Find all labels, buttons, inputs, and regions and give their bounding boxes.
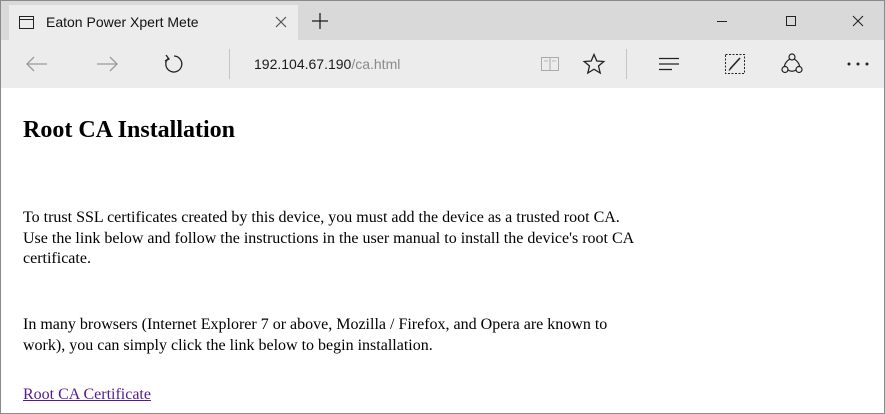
page-heading: Root CA Installation [23, 117, 236, 143]
root-ca-certificate-link[interactable]: Root CA Certificate [23, 386, 151, 404]
address-host: 192.104.67.190 [254, 56, 352, 72]
share-icon [781, 53, 803, 74]
browser-window: Eaton Power Xpert Mete 192.104.67.190/ca… [0, 0, 885, 414]
web-note-icon [725, 54, 745, 74]
hub-icon [659, 57, 679, 71]
more-icon [847, 62, 869, 66]
minimize-button[interactable] [699, 1, 745, 40]
close-icon [852, 15, 864, 26]
tab-close-icon[interactable] [274, 15, 288, 29]
toolbar-separator [626, 49, 627, 79]
address-separator [229, 49, 230, 79]
address-bar[interactable]: 192.104.67.190/ca.html [254, 40, 400, 88]
back-arrow-icon [26, 56, 47, 72]
support-line-1: In many browsers (Internet Explorer 7 or… [23, 316, 608, 333]
page-content: Root CA Installation To trust SSL certif… [1, 88, 884, 413]
star-icon [582, 52, 606, 75]
share-button[interactable] [779, 51, 805, 77]
more-button[interactable] [843, 52, 873, 76]
tab-bar: Eaton Power Xpert Mete [1, 1, 884, 40]
hub-button[interactable] [656, 52, 682, 76]
back-button[interactable] [23, 52, 51, 76]
intro-line-3: certificate. [23, 250, 91, 267]
intro-line-1: To trust SSL certificates created by thi… [23, 209, 620, 226]
minimize-icon [717, 20, 727, 22]
support-line-2: work), you can simply click the link bel… [23, 336, 433, 354]
browser-tab[interactable]: Eaton Power Xpert Mete [9, 5, 298, 40]
page-icon [19, 16, 34, 29]
refresh-button[interactable] [160, 52, 186, 76]
navigation-bar: 192.104.67.190/ca.html [1, 40, 884, 88]
forward-button[interactable] [93, 52, 121, 76]
browser-support-paragraph: In many browsers (Internet Explorer 7 or… [23, 315, 881, 356]
reading-view-button[interactable] [539, 53, 561, 75]
tab-title: Eaton Power Xpert Mete [46, 14, 199, 30]
close-window-button[interactable] [835, 1, 881, 40]
new-tab-plus-icon[interactable] [310, 11, 330, 31]
address-path: /ca.html [351, 56, 401, 72]
intro-paragraph: To trust SSL certificates created by thi… [23, 208, 881, 270]
intro-line-2: Use the link below and follow the instru… [23, 229, 635, 247]
forward-arrow-icon [97, 56, 118, 72]
maximize-icon [786, 15, 796, 26]
web-note-button[interactable] [722, 51, 748, 77]
refresh-icon [164, 54, 183, 73]
favorite-button[interactable] [581, 51, 607, 77]
maximize-button[interactable] [768, 1, 814, 40]
book-icon [541, 57, 559, 71]
